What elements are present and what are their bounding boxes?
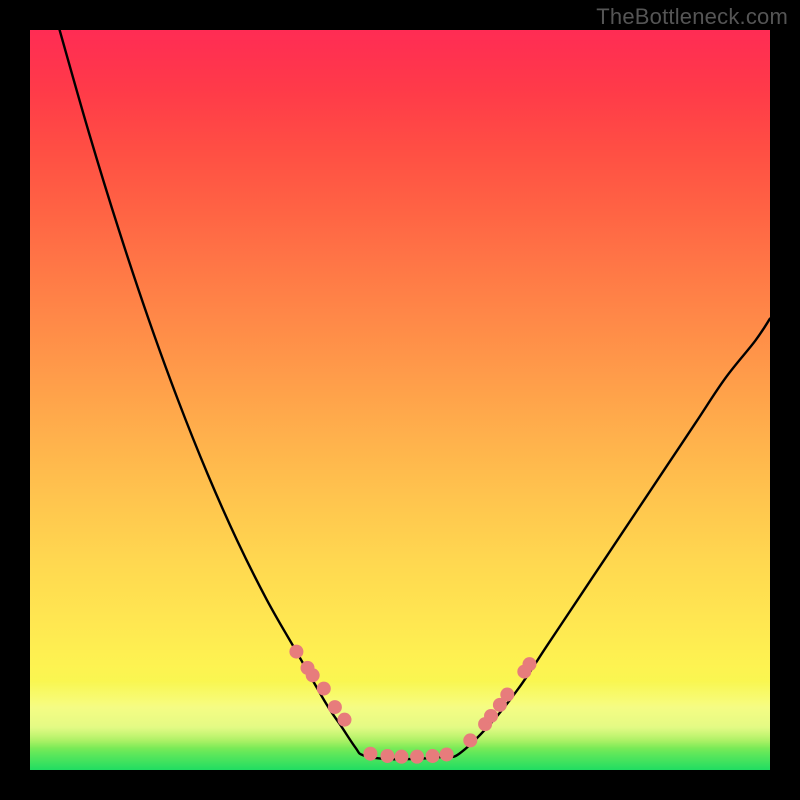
marker-dot (426, 749, 440, 763)
plot-area (30, 30, 770, 770)
marker-dot (523, 657, 537, 671)
marker-dot (363, 747, 377, 761)
bottleneck-curve (60, 30, 770, 759)
marker-dot (394, 750, 408, 764)
marker-dot (328, 700, 342, 714)
marker-dot (338, 713, 352, 727)
chart-overlay (30, 30, 770, 770)
marker-dot (306, 668, 320, 682)
figure-frame: TheBottleneck.com (0, 0, 800, 800)
curves-group (60, 30, 770, 759)
marker-dot (317, 682, 331, 696)
marker-dot (463, 733, 477, 747)
marker-dot (500, 688, 514, 702)
marker-dot (410, 750, 424, 764)
marker-dot (440, 747, 454, 761)
watermark-text: TheBottleneck.com (596, 4, 788, 30)
marker-dot (484, 709, 498, 723)
marker-dot (289, 645, 303, 659)
marker-dot (380, 749, 394, 763)
